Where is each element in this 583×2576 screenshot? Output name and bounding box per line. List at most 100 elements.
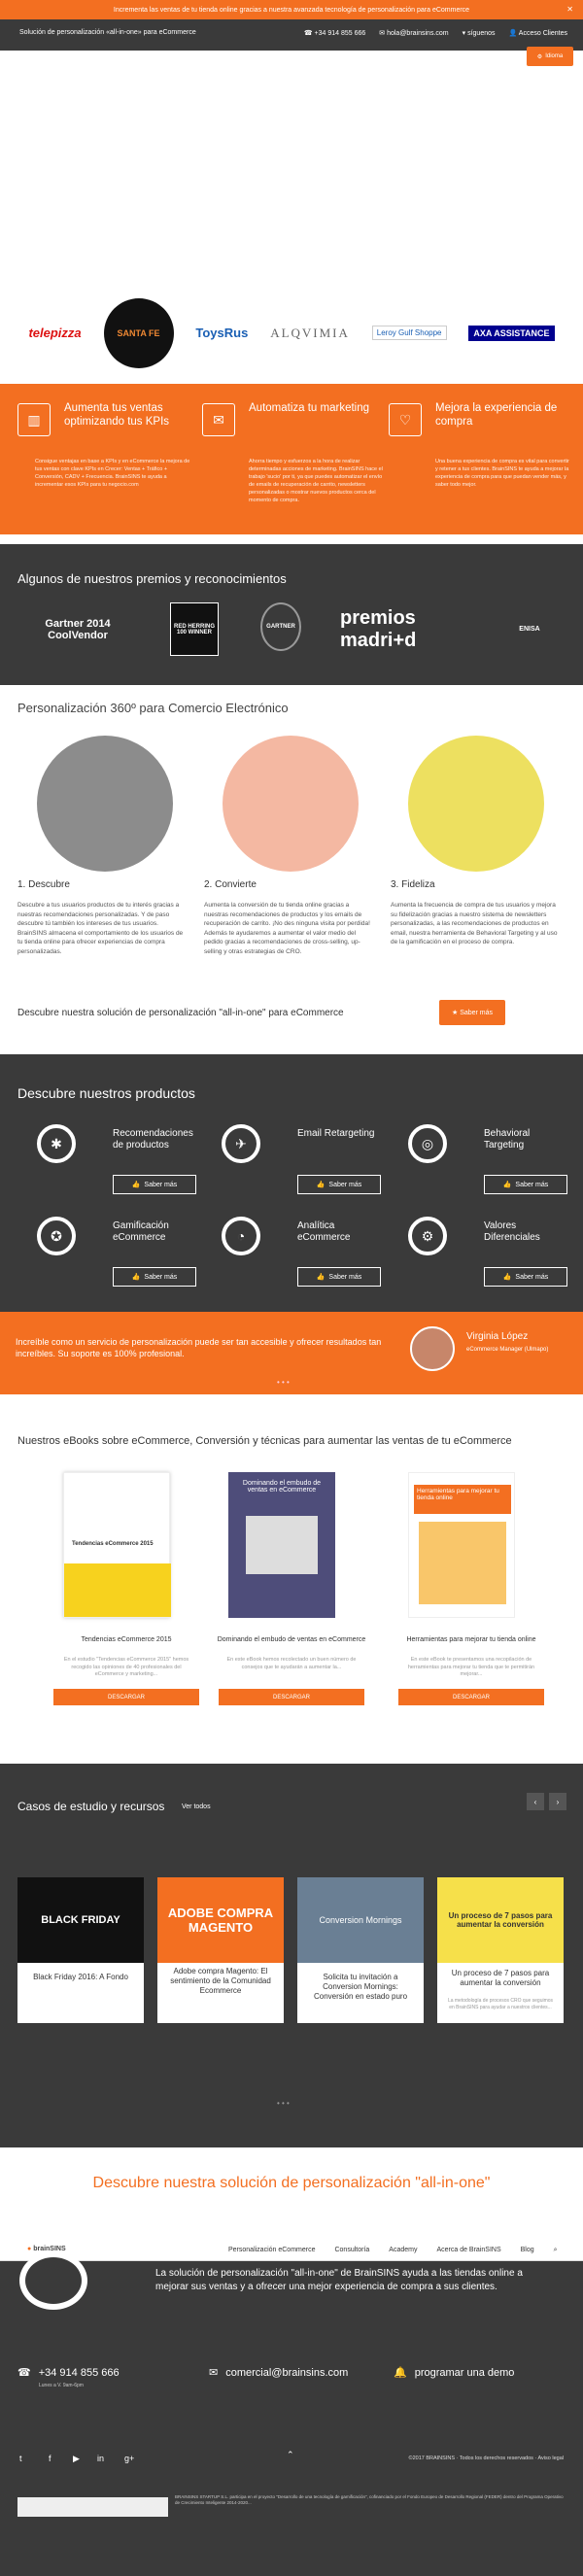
- facebook-icon[interactable]: f: [49, 2454, 51, 2463]
- target-icon: ◎: [408, 1124, 447, 1163]
- chevron-right-icon[interactable]: ›: [549, 1793, 566, 1810]
- products-section: Descubre nuestros productos ✱ Recomendac…: [0, 1054, 583, 1312]
- client-logo: ALQVIMIA: [270, 325, 350, 340]
- carousel-dots[interactable]: • • •: [277, 2099, 290, 2108]
- nav-item[interactable]: Academy: [389, 2247, 417, 2254]
- product-button[interactable]: 👍 Saber más: [297, 1267, 381, 1287]
- award-logo: ENISA: [519, 626, 540, 633]
- nav-item[interactable]: Blog: [521, 2247, 534, 2254]
- benefit-title: Automatiza tu marketing: [249, 402, 370, 414]
- brain-icon: ✱: [37, 1124, 76, 1163]
- product-title: Recomendaciones de productos: [113, 1128, 193, 1151]
- footer-phone[interactable]: ☎ +34 914 855 666: [17, 2366, 120, 2380]
- footer: La solución de personalización "all-in-o…: [0, 2251, 583, 2576]
- product-button[interactable]: 👍 Saber más: [113, 1175, 196, 1194]
- product-button[interactable]: 👍 Saber más: [484, 1175, 567, 1194]
- discover-illustration: [37, 736, 173, 872]
- nav-item[interactable]: Acerca de BrainSINS: [436, 2247, 500, 2254]
- benefit-text: Consigue ventajas en base a KPIs y en eC…: [35, 459, 190, 488]
- ebook-cover[interactable]: Tendencias eCommerce 2015: [63, 1472, 171, 1618]
- case-card[interactable]: BLACK FRIDAY Black Friday 2016: A Fondo: [17, 1877, 144, 2023]
- promo-bar: Incrementa las ventas de tu tienda onlin…: [0, 0, 583, 19]
- client-logo: Leroy Gulf Shoppe: [371, 326, 447, 340]
- analytics-icon: ◔: [222, 1217, 260, 1255]
- step-text: Aumenta la conversión de tu tienda onlin…: [204, 902, 370, 955]
- footer-email[interactable]: ✉ comercial@brainsins.com: [209, 2366, 348, 2380]
- download-button[interactable]: DESCARGAR: [219, 1689, 364, 1705]
- case-studies-section: Casos de estudio y recursos Ver todos ‹ …: [0, 1764, 583, 2147]
- youtube-icon[interactable]: ▶: [73, 2454, 80, 2464]
- product-gamification: ✪ Gamificación eCommerce 👍 Saber más: [19, 1217, 196, 1304]
- email-link[interactable]: ✉ hola@brainsins.com: [379, 29, 448, 37]
- loyalty-illustration: [408, 736, 544, 872]
- discover-link[interactable]: Descubre nuestra solución de personaliza…: [0, 2175, 583, 2192]
- carousel-dots[interactable]: • • •: [277, 1378, 290, 1387]
- ebook-text: En este eBook hemos recolectado un buen …: [226, 1657, 357, 1670]
- eu-funding-logos: [17, 2497, 168, 2517]
- copyright: ©2017 BRAINSINS · Todos los derechos res…: [408, 2456, 564, 2461]
- linkedin-icon[interactable]: in: [97, 2454, 104, 2463]
- medal-icon: ✪: [37, 1217, 76, 1255]
- follow-menu[interactable]: ▾ síguenos: [463, 29, 496, 37]
- product-targeting: ◎ Behavioral Targeting 👍 Saber más: [391, 1124, 567, 1212]
- client-logo: AXA ASSISTANCE: [468, 325, 555, 341]
- nav-item[interactable]: Personalización eCommerce: [228, 2247, 315, 2254]
- testimonial-name: Virginia López: [466, 1331, 529, 1342]
- product-button[interactable]: 👍 Saber más: [484, 1267, 567, 1287]
- ebook-title: Tendencias eCommerce 2015: [81, 1636, 172, 1643]
- product-values: ⚙ Valores Diferenciales 👍 Saber más: [391, 1217, 567, 1304]
- language-button[interactable]: ⚙ Idioma: [527, 47, 573, 66]
- step-title: 2. Convierte: [204, 879, 257, 890]
- learn-more-button[interactable]: ★ Saber más: [439, 1000, 505, 1025]
- megaphone-icon: ✉: [202, 403, 235, 436]
- ebook-title: Herramientas para mejorar tu tienda onli…: [406, 1636, 536, 1643]
- site-tagline: Solución de personalización «all-in-one»…: [19, 29, 196, 36]
- product-button[interactable]: 👍 Saber más: [113, 1267, 196, 1287]
- benefit-text: Ahorra tiempo y esfuerzos a la hora de r…: [249, 459, 383, 503]
- product-button[interactable]: 👍 Saber más: [297, 1175, 381, 1194]
- chevron-up-icon[interactable]: ⌃: [287, 2450, 294, 2460]
- cta-text: Descubre nuestra solución de personaliza…: [17, 1008, 344, 1018]
- client-logo: SANTA FE: [103, 297, 174, 368]
- view-all-link[interactable]: Ver todos: [182, 1803, 211, 1810]
- case-card[interactable]: ADOBE COMPRA MAGENTO Adobe compra Magent…: [157, 1877, 284, 2023]
- avatar: [410, 1326, 455, 1371]
- phone-link[interactable]: ☎ +34 914 855 666: [304, 29, 365, 37]
- product-email: ✈ Email Retargeting 👍 Saber más: [204, 1124, 381, 1212]
- ebook-cover[interactable]: Herramientas para mejorar tu tienda onli…: [408, 1472, 515, 1618]
- client-logo: ToysRus: [195, 326, 249, 340]
- heart-icon: ♡: [389, 403, 422, 436]
- awards-section: Algunos de nuestros premios y reconocimi…: [0, 544, 583, 685]
- case-title: Un proceso de 7 pasos para aumentar la c…: [451, 1969, 550, 1987]
- values-icon: ⚙: [408, 1217, 447, 1255]
- ebook-cover[interactable]: Dominando el embudo de ventas en eCommer…: [228, 1472, 335, 1618]
- footer-demo[interactable]: 🔔 programar una demo: [394, 2366, 514, 2380]
- discover-banner: Descubre nuestra solución de personaliza…: [0, 2147, 583, 2230]
- product-title: Behavioral Targeting: [484, 1128, 531, 1151]
- googleplus-icon[interactable]: g+: [124, 2454, 134, 2463]
- case-card[interactable]: Conversion Mornings Solicita tu invitaci…: [297, 1877, 424, 2023]
- login-link[interactable]: 👤 Acceso Clientes: [509, 29, 567, 37]
- section-title: Personalización 360º para Comercio Elect…: [17, 701, 289, 715]
- benefit-title: Mejora la experiencia de compra: [435, 402, 558, 428]
- ebooks-title: Nuestros eBooks sobre eCommerce, Convers…: [17, 1435, 512, 1447]
- twitter-icon[interactable]: t: [19, 2454, 22, 2463]
- download-button[interactable]: DESCARGAR: [398, 1689, 544, 1705]
- download-button[interactable]: DESCARGAR: [53, 1689, 199, 1705]
- benefits-section: ▥ Aumenta tus ventas optimizando tus KPI…: [0, 384, 583, 534]
- product-title: Email Retargeting: [297, 1128, 375, 1139]
- testimonial: Increíble como un servicio de personaliz…: [0, 1312, 583, 1394]
- case-image: Conversion Mornings: [297, 1877, 424, 1963]
- benefit-title: Aumenta tus ventas optimizando tus KPIs: [64, 402, 170, 428]
- chevron-left-icon[interactable]: ‹: [527, 1793, 544, 1810]
- benefit-text: Una buena experiencia de compra es vital…: [435, 459, 569, 488]
- award-logo: Gartner 2014 CoolVendor: [45, 617, 111, 641]
- close-icon[interactable]: ✕: [566, 5, 573, 14]
- testimonial-quote: Increíble como un servicio de personaliz…: [16, 1337, 382, 1358]
- nav-item[interactable]: Consultoría: [334, 2247, 369, 2254]
- ebooks-section: Nuestros eBooks sobre eCommerce, Convers…: [0, 1394, 583, 1764]
- case-card[interactable]: Un proceso de 7 pasos para aumentar la c…: [437, 1877, 564, 2023]
- brain-icon: [19, 2251, 87, 2310]
- search-icon[interactable]: ⌕: [554, 2247, 558, 2254]
- client-logos: telepizza SANTA FE ToysRus ALQVIMIA Lero…: [0, 287, 583, 379]
